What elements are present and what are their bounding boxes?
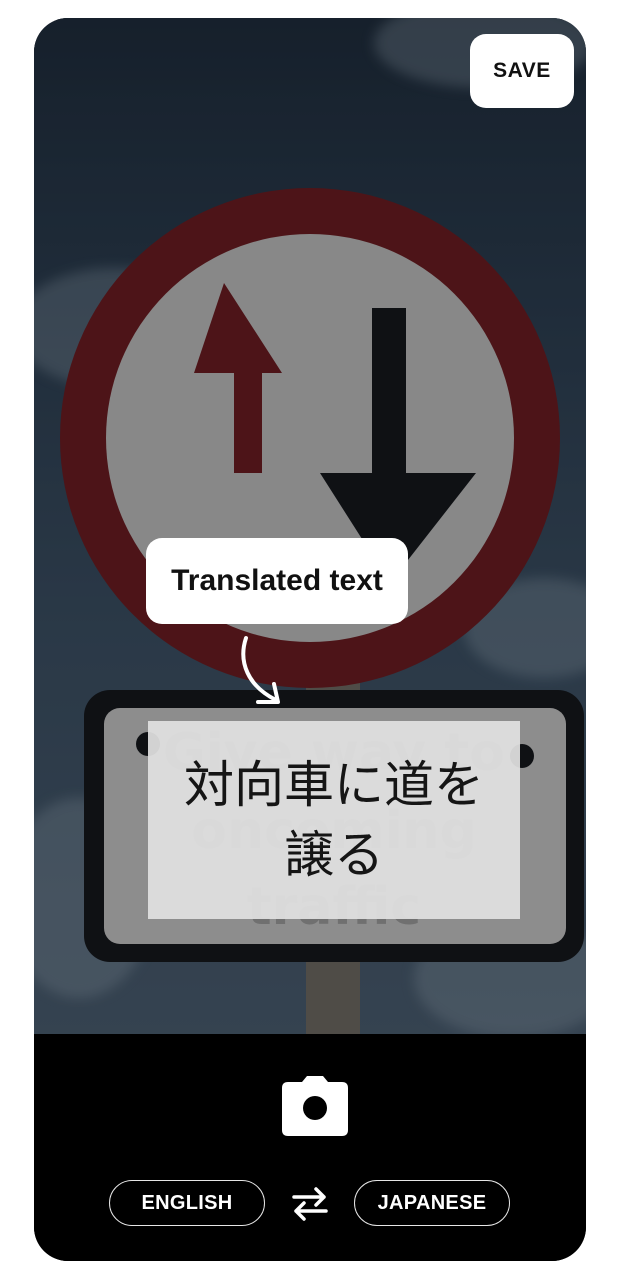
translated-text-callout: Translated text bbox=[146, 538, 408, 624]
camera-icon[interactable] bbox=[280, 1074, 350, 1138]
curved-arrow-icon bbox=[241, 636, 280, 704]
swap-arrows-icon[interactable] bbox=[290, 1186, 330, 1222]
camera-viewfinder: Give way to oncoming traffic SAVE Transl… bbox=[34, 18, 586, 1034]
phone-frame: Give way to oncoming traffic SAVE Transl… bbox=[34, 18, 586, 1261]
source-language-button[interactable]: ENGLISH bbox=[109, 1180, 265, 1226]
translation-text: 対向車に道を譲る bbox=[184, 756, 484, 884]
target-language-button[interactable]: JAPANESE bbox=[354, 1180, 510, 1226]
translation-overlay: 対向車に道を譲る bbox=[148, 721, 520, 919]
callout-label: Translated text bbox=[171, 564, 383, 597]
save-button[interactable]: SAVE bbox=[470, 34, 574, 108]
bottom-controls: ENGLISH JAPANESE bbox=[34, 1036, 586, 1261]
